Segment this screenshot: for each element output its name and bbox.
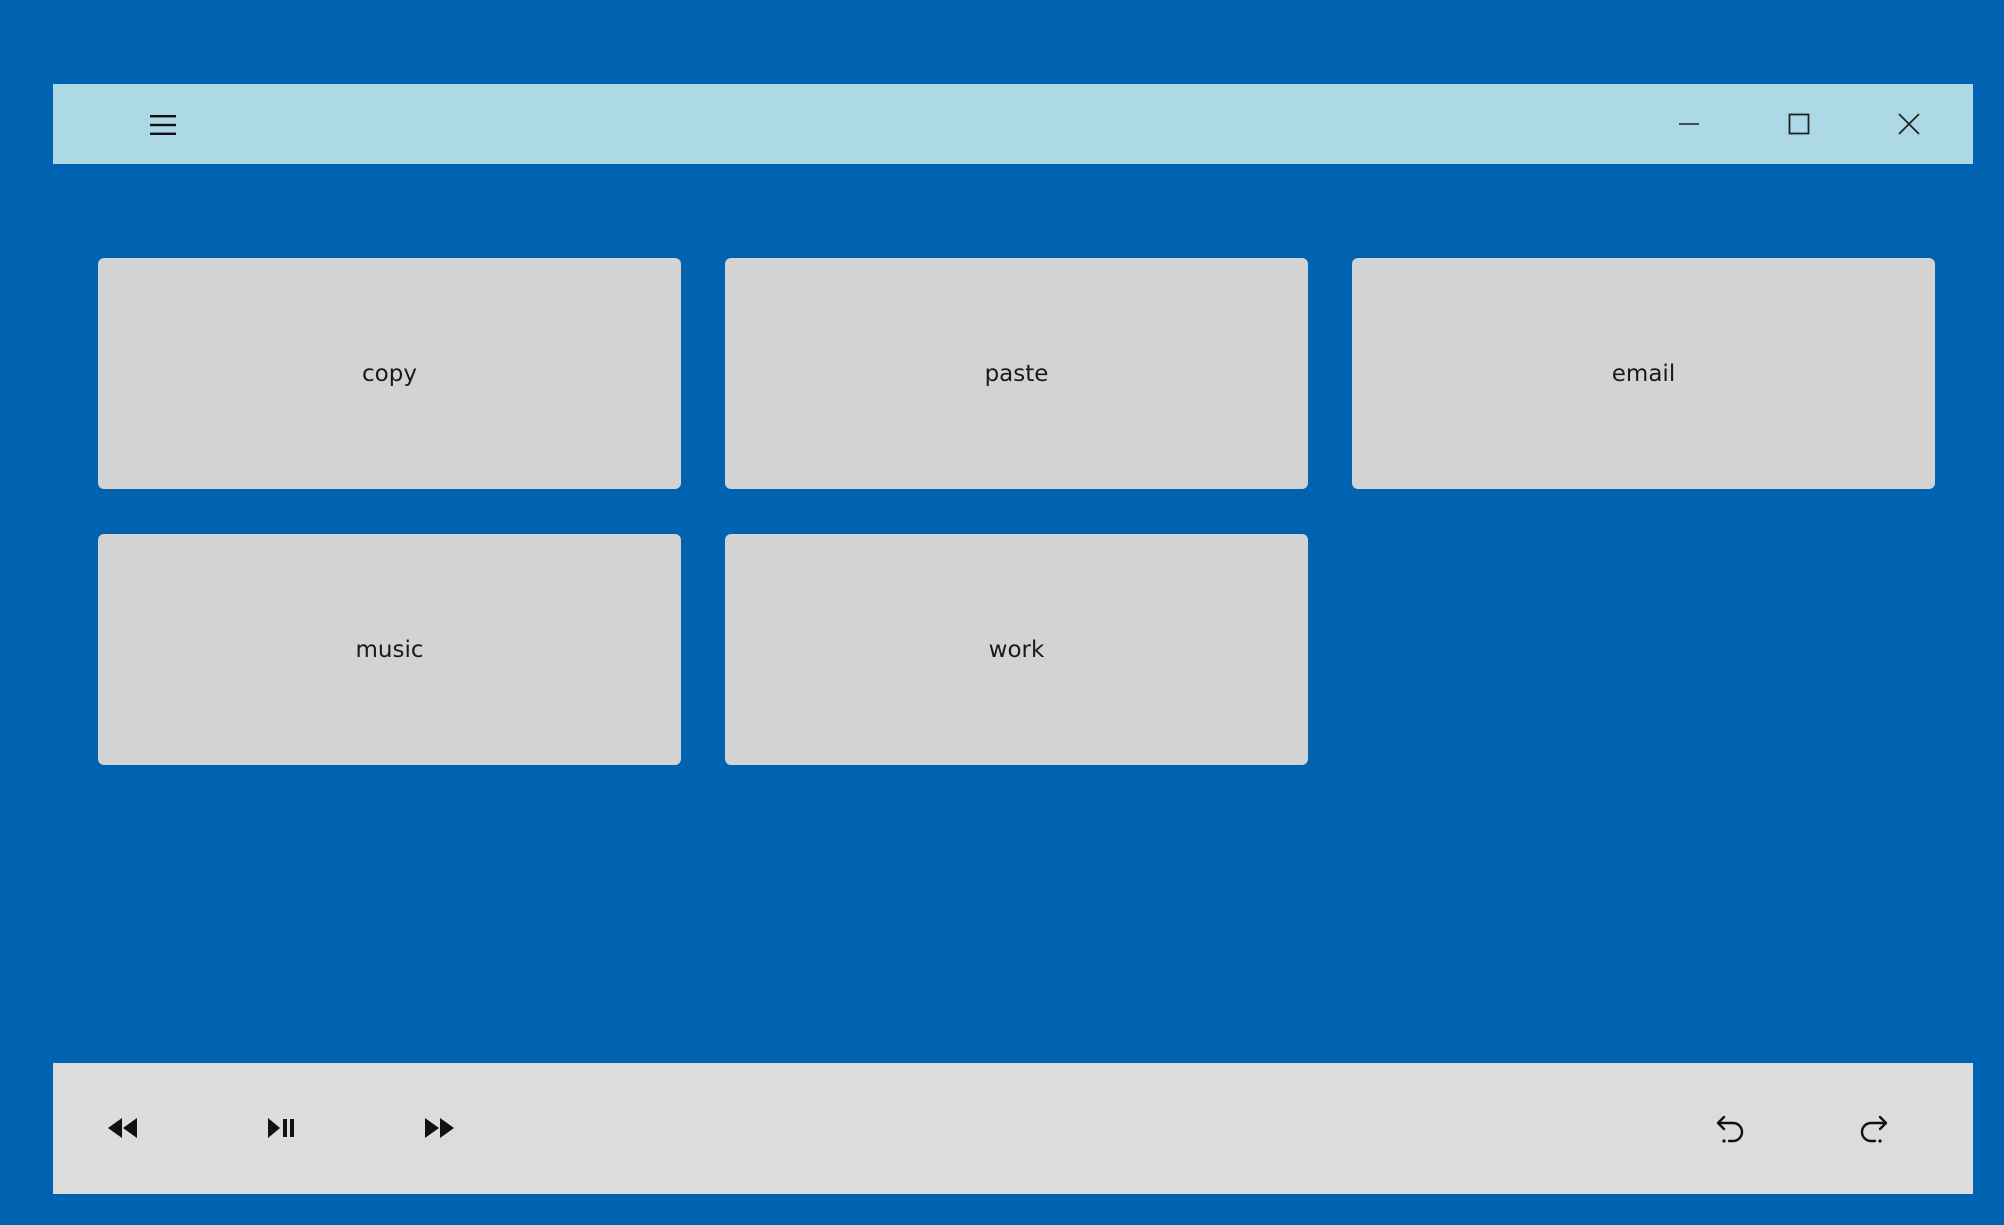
copy-tile[interactable]: copy [98, 258, 681, 489]
email-tile[interactable]: email [1352, 258, 1935, 489]
title-bar [53, 84, 1973, 164]
minimize-icon[interactable] [1661, 96, 1717, 152]
fast-forward-icon[interactable] [411, 1100, 467, 1156]
redo-icon[interactable] [1845, 1100, 1901, 1156]
media-control-bar [53, 1063, 1973, 1194]
music-tile[interactable]: music [98, 534, 681, 765]
music-tile-label: music [355, 636, 424, 663]
paste-tile-label: paste [984, 360, 1049, 387]
email-tile-label: email [1611, 360, 1676, 387]
rewind-icon[interactable] [95, 1100, 151, 1156]
undo-icon[interactable] [1703, 1100, 1759, 1156]
work-tile-label: work [988, 636, 1045, 663]
maximize-icon[interactable] [1771, 96, 1827, 152]
paste-tile[interactable]: paste [725, 258, 1308, 489]
close-icon[interactable] [1881, 96, 1937, 152]
work-tile[interactable]: work [725, 534, 1308, 765]
copy-tile-label: copy [362, 360, 417, 387]
play-pause-icon[interactable] [253, 1100, 309, 1156]
hamburger-menu-icon[interactable] [135, 97, 191, 153]
